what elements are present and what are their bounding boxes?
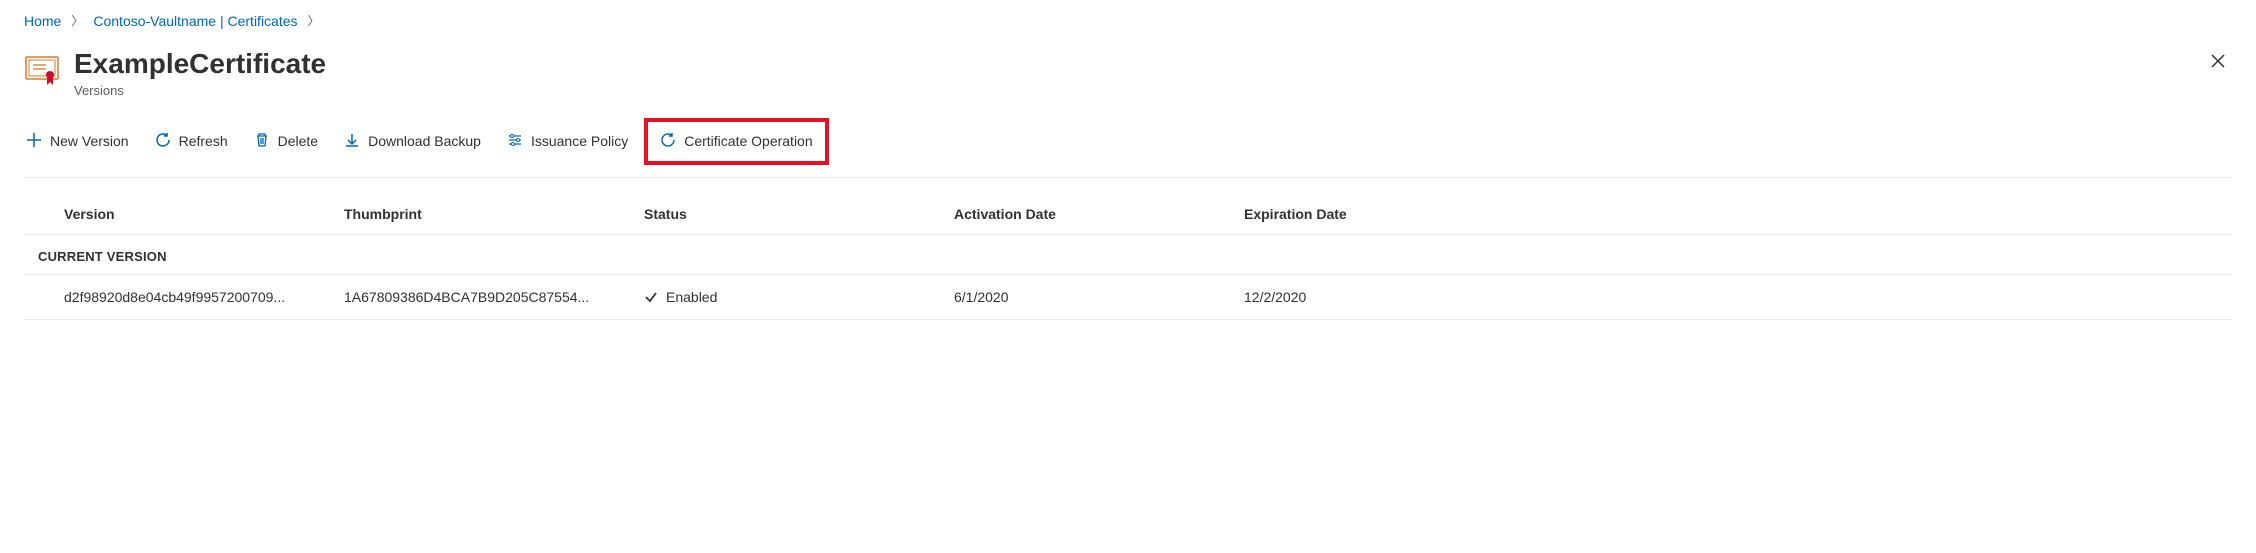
cell-expiration: 12/2/2020	[1244, 289, 2232, 305]
page-header: ExampleCertificate Versions	[24, 47, 2232, 98]
status-label: Enabled	[666, 289, 717, 305]
column-header-expiration[interactable]: Expiration Date	[1244, 206, 2232, 222]
cell-thumbprint: 1A67809386D4BCA7B9D205C87554...	[344, 289, 644, 305]
certificate-icon	[24, 51, 60, 87]
chevron-right-icon: 〉	[308, 12, 320, 29]
refresh-icon	[660, 132, 676, 151]
cell-status: Enabled	[644, 289, 954, 305]
table-row[interactable]: d2f98920d8e04cb49f9957200709... 1A678093…	[24, 275, 2232, 320]
refresh-button[interactable]: Refresh	[153, 128, 230, 155]
toolbar-label: Issuance Policy	[531, 133, 628, 149]
column-header-status[interactable]: Status	[644, 206, 954, 222]
plus-icon	[26, 132, 42, 151]
breadcrumb-vault[interactable]: Contoso-Vaultname | Certificates	[93, 13, 297, 29]
group-header-current: CURRENT VERSION	[24, 235, 2232, 275]
toolbar-label: Delete	[278, 133, 318, 149]
download-backup-button[interactable]: Download Backup	[342, 128, 483, 155]
page-subtitle: Versions	[74, 83, 326, 98]
cell-version: d2f98920d8e04cb49f9957200709...	[64, 289, 344, 305]
download-icon	[344, 132, 360, 151]
sliders-icon	[507, 132, 523, 151]
refresh-icon	[155, 132, 171, 151]
page-title: ExampleCertificate	[74, 47, 326, 81]
toolbar-label: Refresh	[179, 133, 228, 149]
issuance-policy-button[interactable]: Issuance Policy	[505, 128, 630, 155]
breadcrumb: Home 〉 Contoso-Vaultname | Certificates …	[24, 12, 2232, 29]
new-version-button[interactable]: New Version	[24, 128, 131, 155]
highlight-annotation: Certificate Operation	[644, 118, 828, 165]
trash-icon	[254, 132, 270, 151]
toolbar-label: Certificate Operation	[684, 133, 812, 149]
column-header-thumbprint[interactable]: Thumbprint	[344, 206, 644, 222]
cell-activation: 6/1/2020	[954, 289, 1244, 305]
check-icon	[644, 290, 658, 304]
toolbar-label: Download Backup	[368, 133, 481, 149]
certificate-operation-button[interactable]: Certificate Operation	[658, 128, 814, 155]
column-header-version[interactable]: Version	[64, 206, 344, 222]
chevron-right-icon: 〉	[71, 12, 83, 29]
toolbar: New Version Refresh Delete Download Back…	[24, 118, 2232, 178]
breadcrumb-home[interactable]: Home	[24, 13, 61, 29]
close-button[interactable]	[2204, 47, 2232, 78]
table-header-row: Version Thumbprint Status Activation Dat…	[24, 196, 2232, 235]
toolbar-label: New Version	[50, 133, 129, 149]
column-header-activation[interactable]: Activation Date	[954, 206, 1244, 222]
delete-button[interactable]: Delete	[252, 128, 320, 155]
close-icon	[2210, 53, 2226, 73]
